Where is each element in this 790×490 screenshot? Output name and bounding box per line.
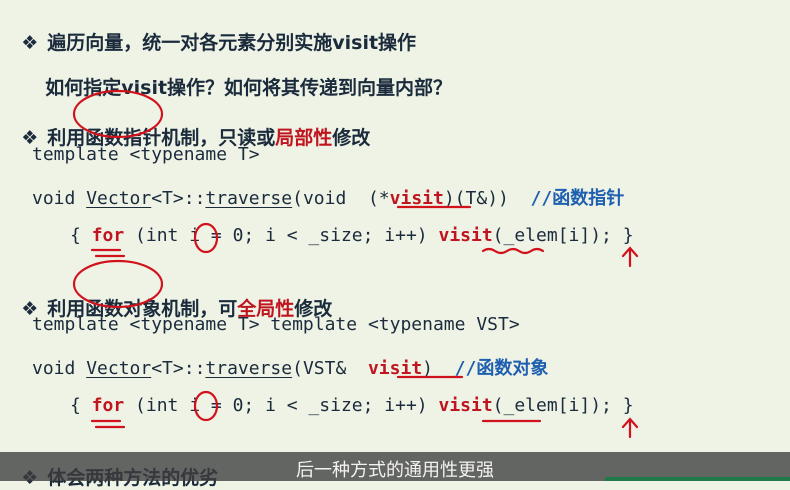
annotation-arrow-1 <box>621 246 639 268</box>
annotation-circle-func-object <box>72 259 164 309</box>
annotation-circle-func-pointer <box>72 89 164 139</box>
annotation-arrow-2 <box>621 417 639 439</box>
annotation-underline-for <box>90 248 126 258</box>
annotation-circle-i <box>193 222 219 254</box>
annotation-wave-visit <box>481 247 545 255</box>
annotation-underline-for2 <box>90 419 126 429</box>
video-progress-bar[interactable] <box>605 477 790 481</box>
annotation-circle-i2 <box>193 390 219 422</box>
red-annotation-layer <box>72 89 639 439</box>
